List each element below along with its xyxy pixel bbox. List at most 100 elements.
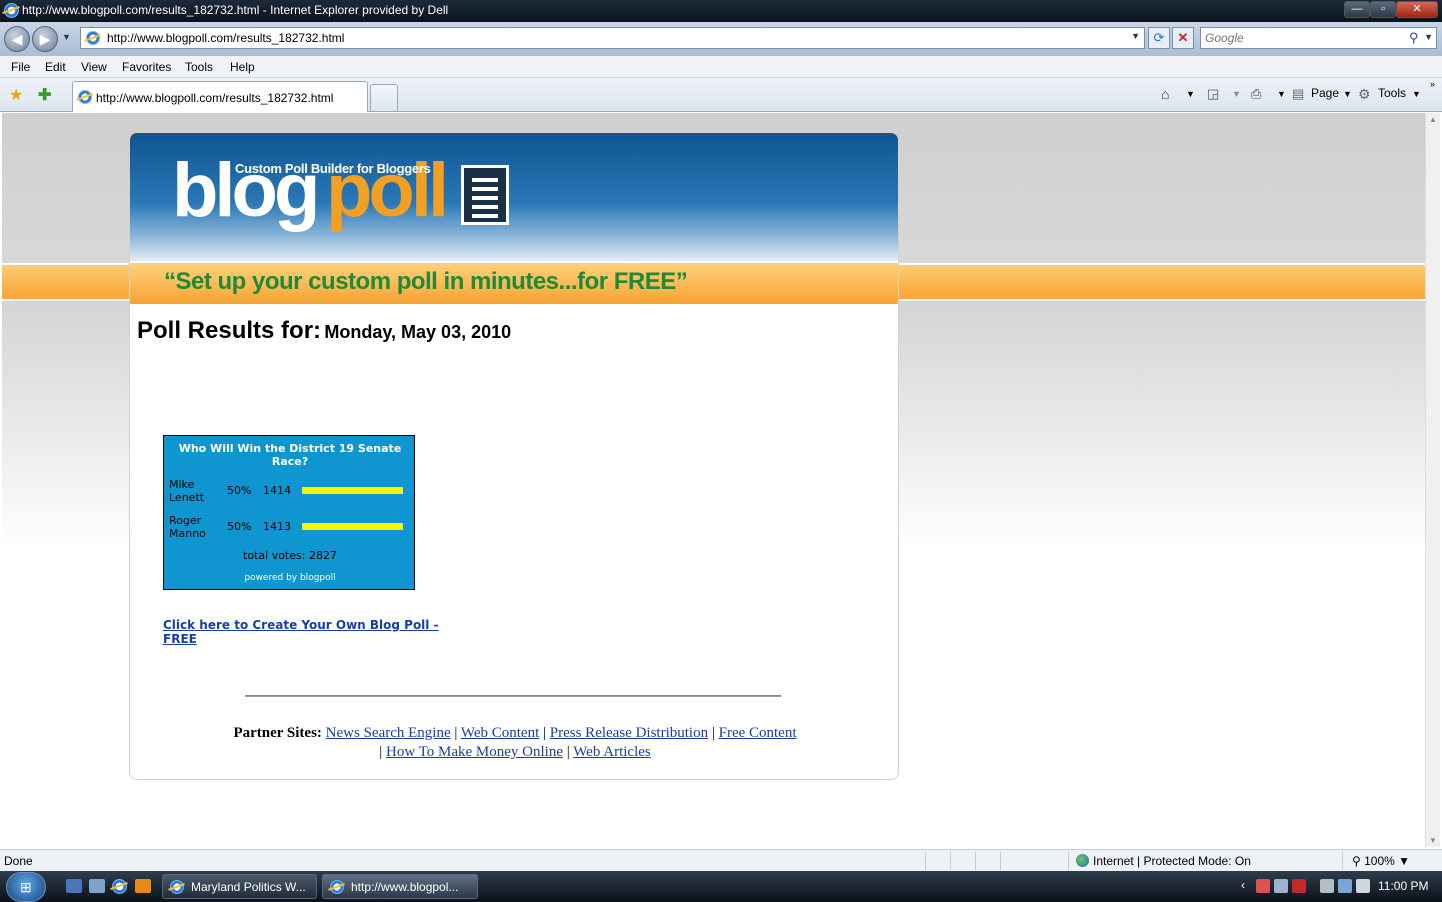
new-tab-button[interactable] xyxy=(370,84,398,111)
tab-blogpoll[interactable]: http://www.blogpoll.com/results_182732.h… xyxy=(72,81,368,112)
feeds-icon[interactable]: ◲ xyxy=(1207,86,1219,102)
partner-link-news-search-engine[interactable]: News Search Engine xyxy=(326,725,451,741)
address-bar[interactable]: http://www.blogpoll.com/results_182732.h… xyxy=(80,27,1145,49)
add-favorite-icon[interactable]: ✚ xyxy=(38,85,51,105)
slogan: “Set up your custom poll in minutes...fo… xyxy=(164,268,688,295)
stop-button[interactable]: ✕ xyxy=(1172,27,1194,49)
status-text: Done xyxy=(4,854,33,868)
windows-logo-icon: ⊞ xyxy=(20,879,32,895)
print-icon[interactable]: ⎙ xyxy=(1251,86,1261,102)
minimize-button[interactable]: — xyxy=(1344,1,1370,18)
menu-help[interactable]: Help xyxy=(230,60,255,74)
close-button[interactable]: ✕ xyxy=(1396,1,1438,18)
menu-edit[interactable]: Edit xyxy=(45,60,66,74)
back-button[interactable]: ◀ xyxy=(4,26,30,52)
option-bar-track xyxy=(302,487,403,494)
vertical-scrollbar[interactable]: ▲ ▼ xyxy=(1425,113,1440,847)
tray-expand-icon[interactable]: ‹ xyxy=(1241,878,1245,892)
feeds-dropdown-icon[interactable]: ▼ xyxy=(1232,89,1241,99)
menu-file[interactable]: File xyxy=(11,60,30,74)
option-name-line2: Manno xyxy=(169,527,206,540)
tools-dropdown-icon[interactable]: ▼ xyxy=(1412,89,1421,99)
recent-pages-dropdown-icon[interactable]: ▼ xyxy=(62,32,71,42)
home-dropdown-icon[interactable]: ▼ xyxy=(1186,89,1195,99)
address-row: ◀ ▶ ▼ http://www.blogpoll.com/results_18… xyxy=(0,22,1442,56)
tab-label: http://www.blogpoll.com/results_182732.h… xyxy=(96,91,334,105)
page-dropdown-icon[interactable]: ▼ xyxy=(1343,89,1352,99)
site-header: blog poll Custom Poll Builder for Blogge… xyxy=(130,133,898,261)
menu-view[interactable]: View xyxy=(81,60,107,74)
taskbar-item[interactable]: Maryland Politics W... xyxy=(162,874,317,899)
tab-bar: ★ ✚ http://www.blogpoll.com/results_1827… xyxy=(0,78,1442,112)
address-dropdown-icon[interactable]: ▼ xyxy=(1131,31,1140,41)
favorites-star-icon[interactable]: ★ xyxy=(9,85,23,105)
window-titlebar: http://www.blogpoll.com/results_182732.h… xyxy=(0,0,1442,22)
option-name-line1: Mike xyxy=(169,478,195,491)
taskbar: ⊞ Maryland Politics W... http://www.blog… xyxy=(0,871,1442,902)
page-menu-button[interactable]: Page xyxy=(1311,86,1339,100)
document-logo-icon xyxy=(461,165,509,225)
menu-tools[interactable]: Tools xyxy=(185,60,213,74)
network-icon[interactable] xyxy=(1338,879,1352,893)
search-input[interactable] xyxy=(1205,30,1405,46)
tray-app-icon[interactable] xyxy=(1292,879,1306,893)
chevron-more-icon[interactable]: » xyxy=(1430,79,1435,89)
partner-sites-label: Partner Sites: xyxy=(233,725,322,741)
taskbar-item-label: Maryland Politics W... xyxy=(191,880,306,894)
partner-sites: Partner Sites: News Search Engine | Web … xyxy=(233,725,797,760)
forward-button[interactable]: ▶ xyxy=(32,26,58,52)
security-zone[interactable]: Internet | Protected Mode: On xyxy=(1076,854,1251,868)
tray-app-icon[interactable] xyxy=(1256,879,1270,893)
slogan-bar: “Set up your custom poll in minutes...fo… xyxy=(130,261,898,304)
tray-app-icon[interactable] xyxy=(1274,879,1288,893)
option-bar-track xyxy=(302,523,403,530)
option-name-line1: Roger xyxy=(169,514,202,527)
option-name-line2: Lenett xyxy=(169,491,205,504)
tray-app-icon[interactable] xyxy=(1320,879,1334,893)
print-dropdown-icon[interactable]: ▼ xyxy=(1277,89,1286,99)
poll-question: Who Will Win the District 19 Senate Race… xyxy=(178,442,402,468)
maximize-button[interactable]: ▫ xyxy=(1370,1,1396,18)
option-percent: 50% xyxy=(227,484,252,497)
zoom-level[interactable]: ⚲ 100% ▼ xyxy=(1352,854,1410,868)
search-dropdown-icon[interactable]: ▼ xyxy=(1424,32,1433,42)
partner-link-press-release[interactable]: Press Release Distribution xyxy=(550,725,708,741)
search-icon[interactable]: ⚲ xyxy=(1409,30,1419,46)
switch-windows-icon[interactable] xyxy=(89,879,105,893)
ie-icon xyxy=(330,880,344,894)
page-viewport: blog poll Custom Poll Builder for Blogge… xyxy=(2,113,1425,847)
partner-link-web-articles[interactable]: Web Articles xyxy=(573,744,651,760)
poll-powered-by[interactable]: powered by blogpoll xyxy=(164,573,416,583)
clock[interactable]: 11:00 PM xyxy=(1378,879,1428,893)
partner-link-free-content[interactable]: Free Content xyxy=(719,725,797,741)
address-url[interactable]: http://www.blogpoll.com/results_182732.h… xyxy=(107,31,344,45)
partner-link-make-money[interactable]: How To Make Money Online xyxy=(386,744,563,760)
show-desktop-icon[interactable] xyxy=(66,879,82,893)
home-icon[interactable]: ⌂ xyxy=(1161,86,1169,102)
tools-menu-button[interactable]: Tools xyxy=(1378,86,1406,100)
logo-subtitle: Custom Poll Builder for Bloggers xyxy=(235,161,431,176)
menu-favorites[interactable]: Favorites xyxy=(122,60,171,74)
partner-link-web-content[interactable]: Web Content xyxy=(461,725,539,741)
tab-page-icon xyxy=(78,90,92,104)
poll-widget: Who Will Win the District 19 Senate Race… xyxy=(163,435,415,590)
taskbar-item[interactable]: http://www.blogpol... xyxy=(322,874,478,899)
media-player-icon[interactable] xyxy=(135,879,151,893)
start-button[interactable]: ⊞ xyxy=(6,872,46,902)
scroll-down-icon[interactable]: ▼ xyxy=(1429,836,1437,845)
ie-quicklaunch-icon[interactable] xyxy=(112,879,127,894)
results-date: Monday, May 03, 2010 xyxy=(324,322,512,342)
zoom-value: 100% xyxy=(1364,854,1395,868)
content-container: blog poll Custom Poll Builder for Blogge… xyxy=(129,132,899,780)
volume-icon[interactable] xyxy=(1356,879,1370,893)
refresh-button[interactable]: ⟳ xyxy=(1148,27,1170,49)
taskbar-item-label: http://www.blogpol... xyxy=(351,880,459,894)
create-poll-link[interactable]: Click here to Create Your Own Blog Poll … xyxy=(163,618,453,646)
scroll-up-icon[interactable]: ▲ xyxy=(1429,115,1437,124)
page-icon-cmd: ▤ xyxy=(1292,86,1305,101)
option-percent: 50% xyxy=(227,520,252,533)
gear-icon: ⚙ xyxy=(1358,86,1371,102)
ie-icon xyxy=(4,3,19,18)
search-box[interactable]: ⚲ ▼ xyxy=(1200,27,1437,49)
option-bar xyxy=(302,523,403,530)
